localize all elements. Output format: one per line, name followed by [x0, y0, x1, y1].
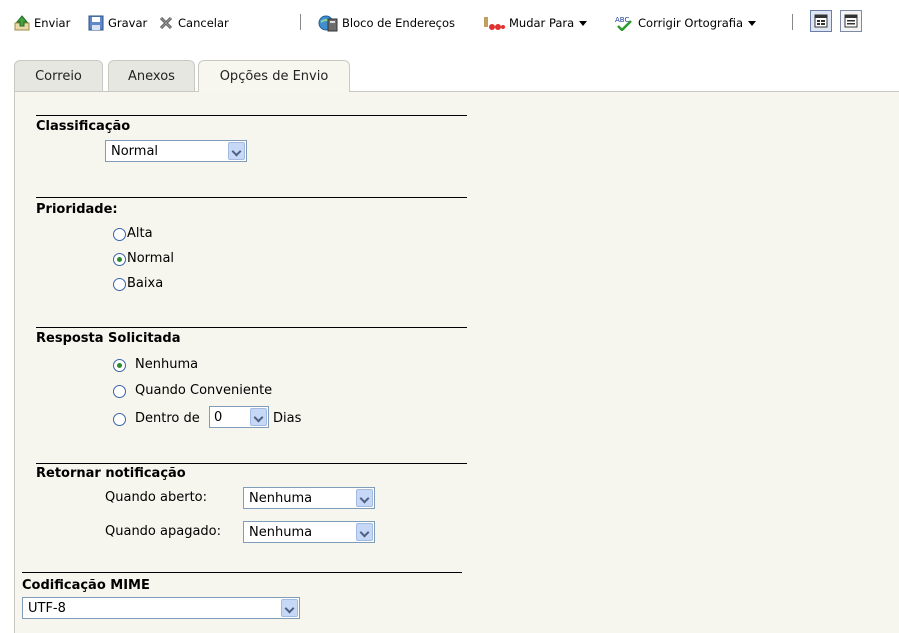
spell-check-label: Corrigir Ortografia	[638, 16, 744, 30]
save-icon	[88, 15, 104, 31]
priority-high-label: Alta	[127, 226, 153, 241]
priority-high-radio[interactable]	[113, 228, 126, 241]
chevron-down-icon	[281, 599, 298, 617]
preview-view-button[interactable]	[840, 10, 862, 32]
reply-days-label: Dias	[273, 411, 302, 426]
toolbar-separator	[792, 14, 793, 30]
tab-mail-label: Correio	[35, 69, 82, 84]
send-icon	[14, 15, 30, 31]
save-label: Gravar	[108, 16, 148, 30]
chevron-down-icon	[356, 523, 373, 541]
toolbar-gap	[605, 14, 606, 30]
when-deleted-value: Nenhuma	[249, 525, 313, 540]
preview-icon	[844, 14, 858, 28]
chevron-down-icon	[579, 20, 588, 26]
mime-select[interactable]: UTF-8	[22, 597, 300, 619]
reply-requested-heading: Resposta Solicitada	[36, 331, 181, 346]
priority-heading: Prioridade:	[36, 202, 118, 217]
classification-heading: Classificação	[36, 119, 131, 134]
priority-low-label: Baixa	[127, 276, 164, 291]
divider	[36, 197, 467, 198]
change-to-icon	[483, 15, 505, 31]
priority-normal-label: Normal	[127, 251, 175, 266]
divider	[36, 327, 467, 328]
spell-check-menu[interactable]: ABC Corrigir Ortografia	[614, 13, 757, 33]
chevron-down-icon	[228, 142, 245, 160]
divider	[22, 572, 462, 573]
tab-mail[interactable]: Correio	[14, 60, 103, 92]
reply-convenient-label: Quando Conveniente	[135, 383, 273, 398]
divider	[36, 463, 467, 464]
toolbar-separator	[300, 14, 301, 30]
chevron-down-icon	[356, 489, 373, 507]
save-button[interactable]: Gravar	[88, 13, 147, 33]
cancel-label: Cancelar	[178, 16, 229, 30]
toolbar: Enviar Gravar Cancelar Bloco de Endereço…	[0, 0, 899, 44]
reply-days-select[interactable]: 0	[209, 406, 269, 428]
send-label: Enviar	[34, 16, 71, 30]
when-opened-value: Nenhuma	[249, 491, 313, 506]
when-opened-label: Quando aberto:	[105, 490, 208, 505]
reply-within-label: Dentro de	[135, 411, 200, 426]
tab-send-options-label: Opções de Envio	[219, 69, 329, 84]
mime-heading: Codificação MIME	[22, 578, 150, 593]
when-deleted-label: Quando apagado:	[105, 524, 222, 539]
priority-normal-radio[interactable]	[113, 253, 126, 266]
change-to-menu[interactable]: Mudar Para	[483, 13, 588, 33]
reply-convenient-radio[interactable]	[113, 385, 126, 398]
address-book-label: Bloco de Endereços	[342, 16, 455, 30]
chevron-down-icon	[748, 20, 757, 26]
reply-none-label: Nenhuma	[135, 357, 199, 372]
tab-attachments-label: Anexos	[128, 69, 175, 84]
when-deleted-select[interactable]: Nenhuma	[243, 521, 375, 543]
when-opened-select[interactable]: Nenhuma	[243, 487, 375, 509]
mime-value: UTF-8	[28, 601, 66, 616]
layout-view-button[interactable]	[810, 10, 832, 32]
reply-within-radio[interactable]	[113, 413, 126, 426]
address-book-icon	[318, 14, 338, 32]
spell-check-icon-text: ABC	[615, 16, 629, 24]
reply-none-radio[interactable]	[113, 359, 126, 372]
divider	[36, 115, 467, 116]
tab-send-options[interactable]: Opções de Envio	[198, 60, 350, 92]
reply-days-value: 0	[214, 410, 223, 425]
priority-low-radio[interactable]	[113, 278, 126, 291]
classification-select[interactable]: Normal	[105, 140, 247, 162]
return-notification-heading: Retornar notificação	[36, 466, 186, 481]
chevron-down-icon	[250, 408, 267, 426]
send-button[interactable]: Enviar	[14, 13, 70, 33]
change-to-label: Mudar Para	[509, 16, 575, 30]
address-book-button[interactable]: Bloco de Endereços	[318, 13, 455, 33]
cancel-button[interactable]: Cancelar	[158, 13, 229, 33]
classification-value: Normal	[111, 144, 159, 159]
layout-icon	[814, 14, 828, 28]
spell-check-icon: ABC	[614, 15, 634, 32]
cancel-icon	[158, 15, 174, 31]
tab-attachments[interactable]: Anexos	[108, 60, 195, 92]
